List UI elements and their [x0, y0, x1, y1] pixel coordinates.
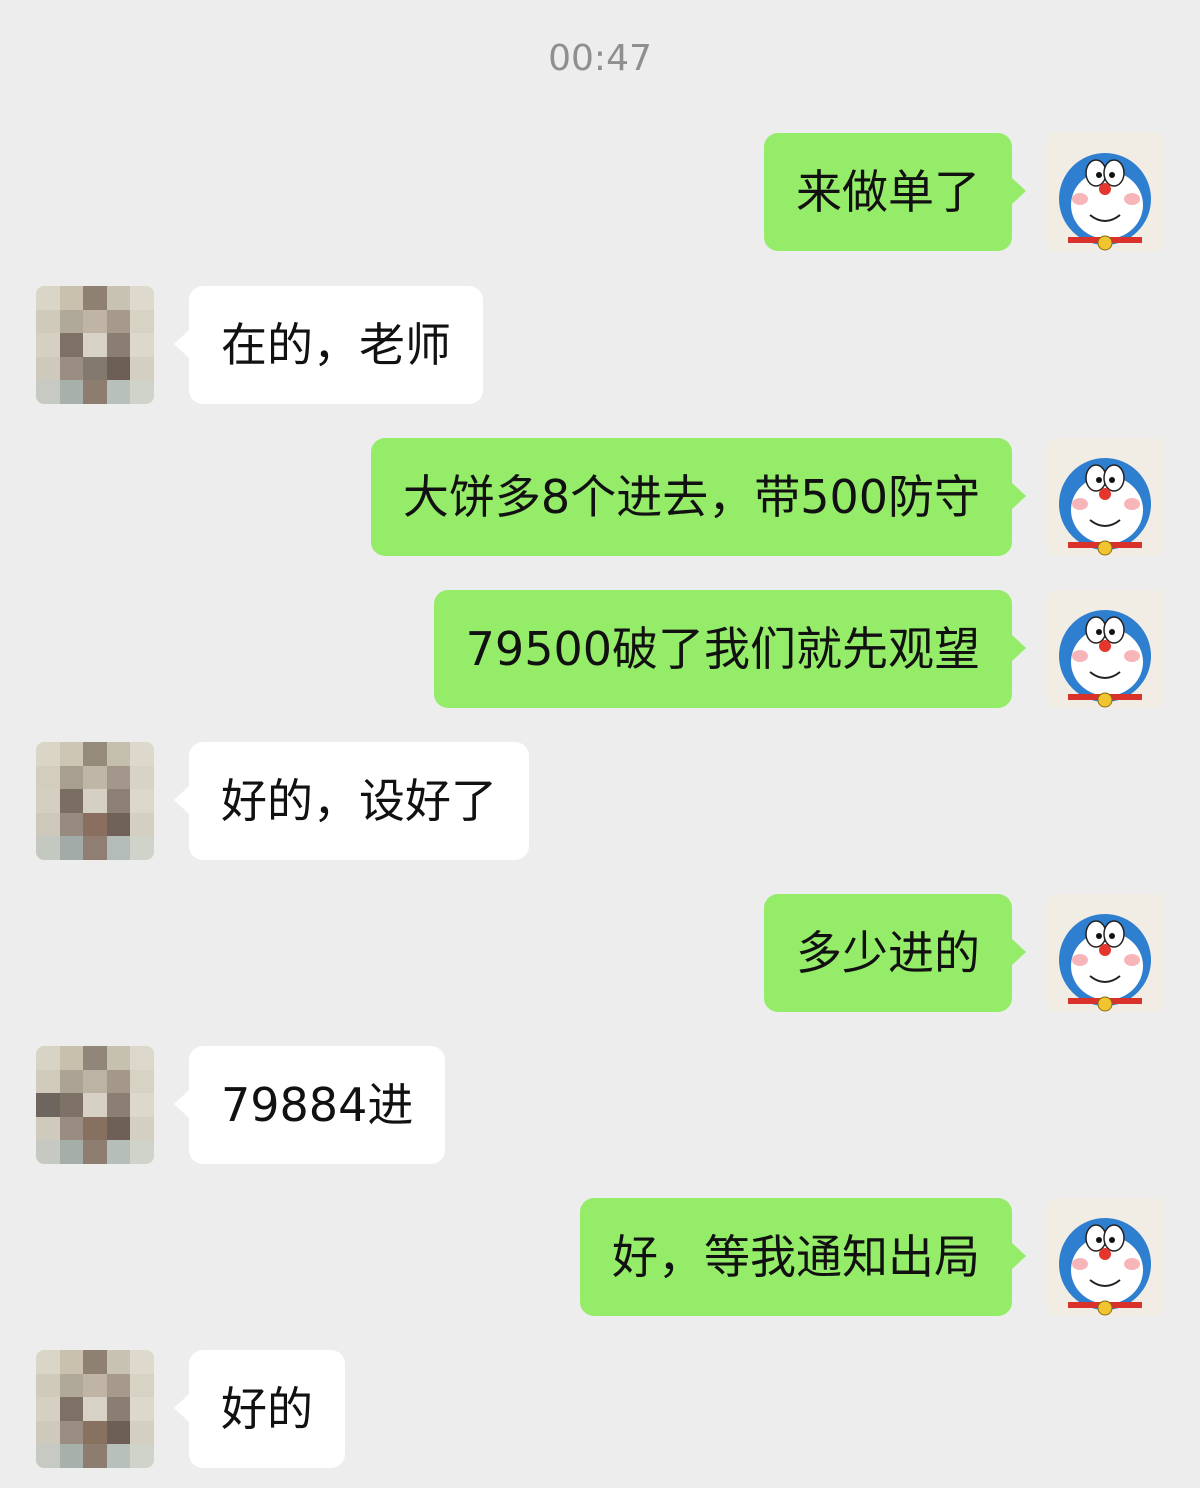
message-bubble-received[interactable]: 好的，设好了	[189, 742, 529, 860]
bubble-tail	[174, 786, 189, 814]
message-bubble-received[interactable]: 好的	[189, 1350, 345, 1468]
pixelated-avatar-icon[interactable]	[36, 1046, 154, 1164]
message-row: 好的	[0, 1350, 1200, 1468]
doraemon-avatar-icon[interactable]	[1046, 894, 1164, 1012]
doraemon-avatar-icon[interactable]	[1046, 438, 1164, 556]
bubble-tail	[174, 330, 189, 358]
message-row: 来做单了	[0, 133, 1200, 251]
message-row: 好的，设好了	[0, 742, 1200, 860]
bubble-tail	[174, 1394, 189, 1422]
message-row: 在的，老师	[0, 286, 1200, 404]
message-bubble-sent[interactable]: 好，等我通知出局	[580, 1198, 1012, 1316]
message-row: 大饼多8个进去，带500防守	[0, 438, 1200, 556]
bubble-tail	[1011, 634, 1026, 662]
message-row: 79884进	[0, 1046, 1200, 1164]
message-row: 多少进的	[0, 894, 1200, 1012]
doraemon-avatar-icon[interactable]	[1046, 133, 1164, 251]
message-bubble-sent[interactable]: 大饼多8个进去，带500防守	[370, 438, 1012, 556]
bubble-tail	[174, 1090, 189, 1118]
pixelated-avatar-icon[interactable]	[36, 286, 154, 404]
bubble-tail	[1011, 938, 1026, 966]
pixelated-avatar-icon[interactable]	[36, 1350, 154, 1468]
message-row: 79500破了我们就先观望	[0, 590, 1200, 708]
doraemon-avatar-icon[interactable]	[1046, 1198, 1164, 1316]
message-bubble-sent[interactable]: 79500破了我们就先观望	[433, 590, 1012, 708]
doraemon-avatar-icon[interactable]	[1046, 590, 1164, 708]
bubble-tail	[1011, 482, 1026, 510]
message-bubble-received[interactable]: 在的，老师	[189, 286, 483, 404]
message-bubble-received[interactable]: 79884进	[189, 1046, 446, 1164]
message-bubble-sent[interactable]: 多少进的	[764, 894, 1012, 1012]
message-row: 好，等我通知出局	[0, 1198, 1200, 1316]
bubble-tail	[1011, 177, 1026, 205]
message-timestamp: 00:47	[548, 38, 652, 79]
message-bubble-sent[interactable]: 来做单了	[764, 133, 1012, 251]
bubble-tail	[1011, 1242, 1026, 1270]
pixelated-avatar-icon[interactable]	[36, 742, 154, 860]
